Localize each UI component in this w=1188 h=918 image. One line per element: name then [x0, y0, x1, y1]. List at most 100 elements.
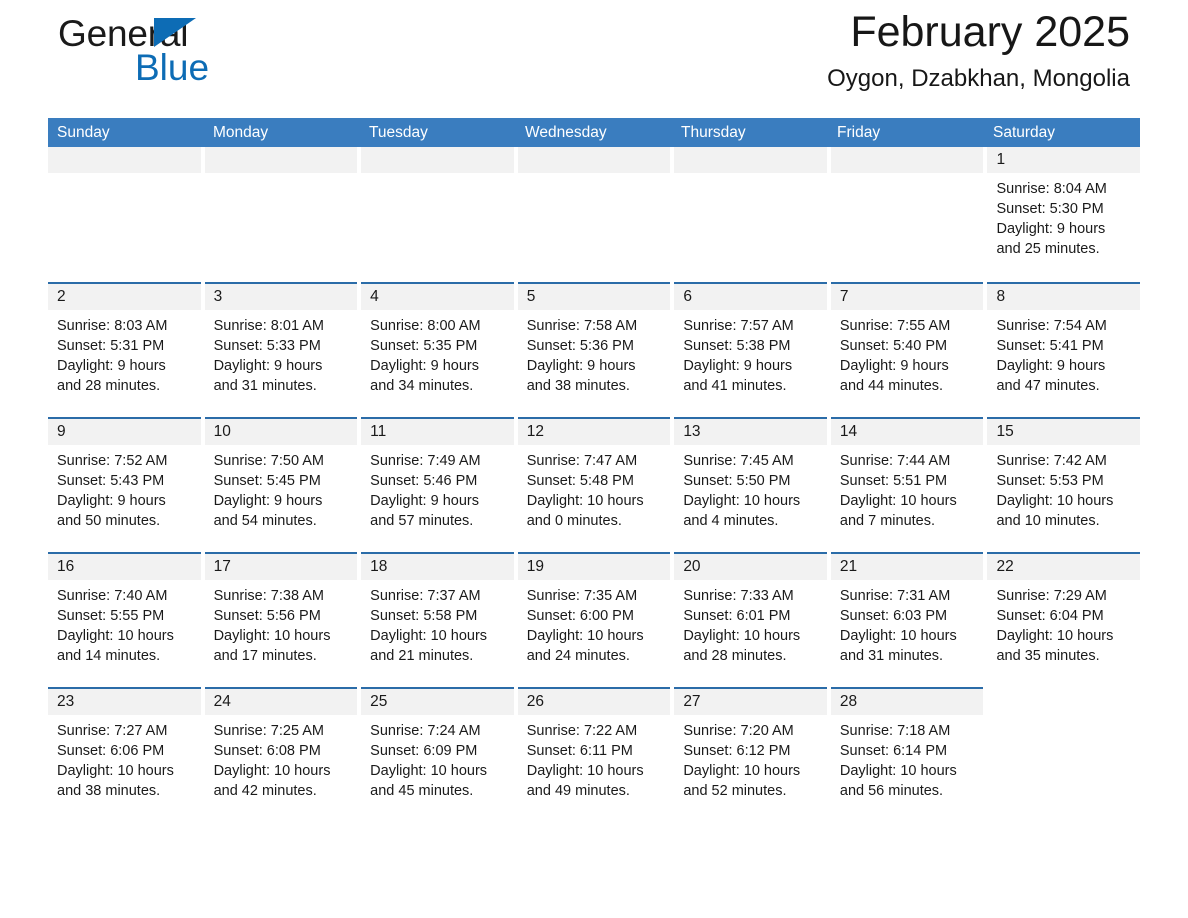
calendar-day-cell[interactable]: 15 Sunrise: 7:42 AM Sunset: 5:53 PM Dayligh…	[987, 417, 1141, 552]
calendar-day-cell[interactable]: 3 Sunrise: 8:01 AM Sunset: 5:33 PM Daylight…	[204, 282, 358, 417]
daylight-text-line1: Daylight: 10 hours	[839, 493, 957, 509]
day-details: Sunrise: 7:25 AM Sunset: 6:08 PM Daylight:…	[205, 715, 358, 801]
daylight-text-line1: Daylight: 9 hours	[370, 493, 479, 509]
calendar-grid: Sunday Monday Tuesday Wednesday Thursday…	[48, 118, 1141, 822]
day-details: Sunrise: 7:58 AM Sunset: 5:36 PM Daylight:…	[518, 310, 671, 396]
daylight-text-line2: and 56 minutes.	[839, 783, 944, 799]
day-number-band: 26	[517, 689, 671, 715]
day-details: Sunrise: 7:40 AM Sunset: 5:55 PM Daylight:…	[48, 580, 201, 666]
calendar-cell-empty	[204, 147, 358, 173]
sunrise-text: Sunrise: 7:50 AM	[213, 453, 324, 469]
calendar-day-cell[interactable]: 7 Sunrise: 7:55 AM Sunset: 5:40 PM Daylight…	[830, 282, 984, 417]
day-details: Sunrise: 7:54 AM Sunset: 5:41 PM Daylight:…	[987, 310, 1140, 396]
calendar-day-cell[interactable]: 26 Sunrise: 7:22 AM Sunset: 6:11 PM Dayligh…	[517, 687, 671, 822]
calendar-day-cell[interactable]: 14 Sunrise: 7:44 AM Sunset: 5:51 PM Dayligh…	[830, 417, 984, 552]
day-details: Sunrise: 8:03 AM Sunset: 5:31 PM Daylight:…	[48, 310, 201, 396]
sunrise-text: Sunrise: 7:22 AM	[526, 723, 638, 739]
day-number: 23	[57, 693, 75, 710]
day-number-band: 15	[987, 419, 1141, 445]
day-details: Sunrise: 7:45 AM Sunset: 5:50 PM Daylight:…	[674, 445, 827, 531]
sunrise-text: Sunrise: 7:47 AM	[526, 453, 638, 469]
day-number-band: 27	[674, 689, 827, 715]
day-details: Sunrise: 7:42 AM Sunset: 5:53 PM Daylight:…	[987, 445, 1140, 531]
daylight-text-line1: Daylight: 10 hours	[683, 493, 801, 509]
day-number: 13	[683, 423, 701, 440]
daylight-text-line2: and 52 minutes.	[683, 783, 787, 799]
calendar-day-cell[interactable]: 17 Sunrise: 7:38 AM Sunset: 5:56 PM Dayligh…	[204, 552, 358, 687]
title-block: February 2025 Oygon, Dzabkhan, Mongolia	[827, 4, 1130, 95]
daylight-text-line2: and 25 minutes.	[996, 241, 1100, 257]
sunrise-text: Sunrise: 7:18 AM	[839, 723, 951, 739]
brand-logo[interactable]: General Blue	[58, 14, 388, 110]
calendar-day-cell[interactable]: 1 Sunrise: 8:04 AM Sunset: 5:30 PM Daylight…	[987, 147, 1141, 282]
sunset-text: Sunset: 6:01 PM	[683, 608, 791, 624]
day-details: Sunrise: 7:29 AM Sunset: 6:04 PM Daylight:…	[987, 580, 1140, 666]
day-number: 7	[839, 288, 849, 305]
calendar-day-cell[interactable]: 6 Sunrise: 7:57 AM Sunset: 5:38 PM Daylight…	[674, 282, 827, 417]
calendar-day-cell[interactable]: 11 Sunrise: 7:49 AM Sunset: 5:46 PM Dayligh…	[361, 417, 514, 552]
calendar-day-cell[interactable]: 16 Sunrise: 7:40 AM Sunset: 5:55 PM Dayligh…	[48, 552, 201, 687]
daylight-text-line1: Daylight: 10 hours	[213, 628, 331, 644]
calendar-day-cell[interactable]: 24 Sunrise: 7:25 AM Sunset: 6:08 PM Dayligh…	[204, 687, 358, 822]
weekday-wednesday: Wednesday	[525, 123, 607, 141]
day-details: Sunrise: 7:50 AM Sunset: 5:45 PM Daylight:…	[205, 445, 358, 531]
daylight-text-line2: and 21 minutes.	[370, 648, 474, 664]
page-title: February 2025	[850, 8, 1130, 56]
day-number: 1	[996, 151, 1006, 168]
sunset-text: Sunset: 6:11 PM	[526, 743, 633, 759]
calendar-day-cell[interactable]: 10 Sunrise: 7:50 AM Sunset: 5:45 PM Dayligh…	[204, 417, 358, 552]
day-number: 15	[996, 423, 1014, 440]
calendar-day-cell[interactable]: 28 Sunrise: 7:18 AM Sunset: 6:14 PM Dayligh…	[830, 687, 984, 822]
calendar-day-cell[interactable]: 20 Sunrise: 7:33 AM Sunset: 6:01 PM Dayligh…	[674, 552, 827, 687]
sunset-text: Sunset: 6:14 PM	[839, 743, 948, 759]
day-number: 24	[213, 693, 231, 710]
sunset-text: Sunset: 6:12 PM	[683, 743, 791, 759]
daylight-text-line1: Daylight: 10 hours	[57, 763, 174, 779]
calendar-day-cell[interactable]: 19 Sunrise: 7:35 AM Sunset: 6:00 PM Dayligh…	[517, 552, 671, 687]
day-number-band: 16	[48, 554, 201, 580]
page-header: General Blue February 2025 Oygon, Dzabkh…	[48, 0, 1140, 118]
day-number-band: 2	[48, 284, 201, 310]
daylight-text-line1: Daylight: 9 hours	[683, 358, 793, 374]
calendar-day-cell[interactable]: 12 Sunrise: 7:47 AM Sunset: 5:48 PM Dayligh…	[517, 417, 671, 552]
day-details: Sunrise: 8:01 AM Sunset: 5:33 PM Daylight:…	[205, 310, 358, 396]
calendar-week-row: 9 Sunrise: 7:52 AM Sunset: 5:43 PM Daylight…	[48, 417, 1141, 552]
daylight-text-line2: and 49 minutes.	[526, 783, 630, 799]
day-details: Sunrise: 7:37 AM Sunset: 5:58 PM Daylight:…	[361, 580, 514, 666]
sunrise-text: Sunrise: 7:42 AM	[996, 453, 1107, 469]
calendar-day-cell[interactable]: 9 Sunrise: 7:52 AM Sunset: 5:43 PM Daylight…	[48, 417, 201, 552]
day-number: 11	[370, 423, 387, 440]
sunrise-text: Sunrise: 7:35 AM	[526, 588, 638, 604]
calendar-day-cell[interactable]: 8 Sunrise: 7:54 AM Sunset: 5:41 PM Daylight…	[987, 282, 1141, 417]
calendar-day-cell[interactable]: 27 Sunrise: 7:20 AM Sunset: 6:12 PM Dayligh…	[674, 687, 827, 822]
calendar-day-cell[interactable]: 2 Sunrise: 8:03 AM Sunset: 5:31 PM Daylight…	[48, 282, 201, 417]
calendar-day-cell[interactable]: 25 Sunrise: 7:24 AM Sunset: 6:09 PM Dayligh…	[361, 687, 514, 822]
sunset-text: Sunset: 5:48 PM	[526, 473, 634, 489]
daylight-text-line2: and 24 minutes.	[526, 648, 630, 664]
calendar-cell-empty	[361, 147, 514, 173]
day-number: 4	[370, 288, 379, 305]
weekday-sunday: Sunday	[57, 123, 110, 141]
calendar-day-cell[interactable]: 18 Sunrise: 7:37 AM Sunset: 5:58 PM Dayligh…	[361, 552, 514, 687]
calendar-day-cell[interactable]: 13 Sunrise: 7:45 AM Sunset: 5:50 PM Dayligh…	[674, 417, 827, 552]
day-details: Sunrise: 7:38 AM Sunset: 5:56 PM Daylight:…	[205, 580, 358, 666]
weekday-friday: Friday	[837, 123, 881, 141]
calendar-day-cell[interactable]: 23 Sunrise: 7:27 AM Sunset: 6:06 PM Dayligh…	[48, 687, 201, 822]
daylight-text-line2: and 28 minutes.	[57, 378, 161, 394]
daylight-text-line2: and 31 minutes.	[213, 378, 317, 394]
day-details: Sunrise: 7:33 AM Sunset: 6:01 PM Daylight:…	[674, 580, 827, 666]
calendar-cell-empty	[48, 147, 201, 173]
calendar-day-cell[interactable]: 4 Sunrise: 8:00 AM Sunset: 5:35 PM Daylight…	[361, 282, 514, 417]
calendar-day-cell[interactable]: 21 Sunrise: 7:31 AM Sunset: 6:03 PM Dayligh…	[830, 552, 984, 687]
sunset-text: Sunset: 6:04 PM	[996, 608, 1104, 624]
daylight-text-line1: Daylight: 9 hours	[57, 358, 166, 374]
weekday-tuesday: Tuesday	[369, 123, 428, 141]
calendar-day-cell[interactable]: 5 Sunrise: 7:58 AM Sunset: 5:36 PM Daylight…	[517, 282, 671, 417]
daylight-text-line2: and 34 minutes.	[370, 378, 474, 394]
sunrise-text: Sunrise: 7:54 AM	[996, 318, 1107, 334]
daylight-text-line2: and 4 minutes.	[683, 513, 779, 529]
sunset-text: Sunset: 5:58 PM	[370, 608, 478, 624]
daylight-text-line1: Daylight: 10 hours	[57, 628, 174, 644]
day-number-band: 20	[674, 554, 827, 580]
calendar-day-cell[interactable]: 22 Sunrise: 7:29 AM Sunset: 6:04 PM Dayligh…	[987, 552, 1141, 687]
